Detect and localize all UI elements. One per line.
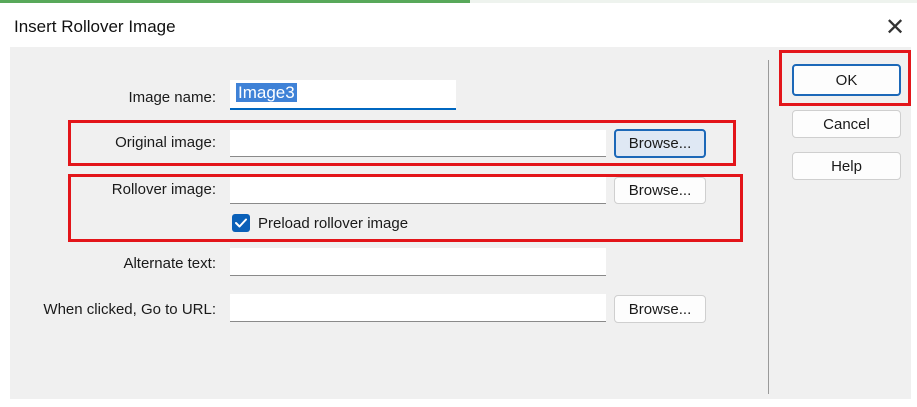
ok-highlight-box (779, 50, 911, 106)
help-button[interactable]: Help (792, 152, 901, 180)
image-name-label: Image name: (128, 89, 216, 106)
cancel-button[interactable]: Cancel (792, 110, 901, 138)
title-bar: Insert Rollover Image ✕ (0, 3, 917, 47)
window-title: Insert Rollover Image (14, 17, 176, 36)
image-name-value: Image3 (236, 83, 297, 102)
goto-url-label: When clicked, Go to URL: (43, 301, 216, 318)
close-icon[interactable]: ✕ (880, 13, 910, 42)
alternate-text-label: Alternate text: (123, 255, 216, 272)
rollover-image-highlight-box (68, 174, 743, 242)
goto-url-browse-button[interactable]: Browse... (614, 295, 706, 323)
alternate-text-field[interactable] (230, 248, 606, 276)
original-image-highlight-box (68, 120, 736, 166)
image-name-field[interactable]: Image3 (230, 80, 456, 110)
vertical-divider (768, 60, 769, 394)
goto-url-field[interactable] (230, 294, 606, 322)
